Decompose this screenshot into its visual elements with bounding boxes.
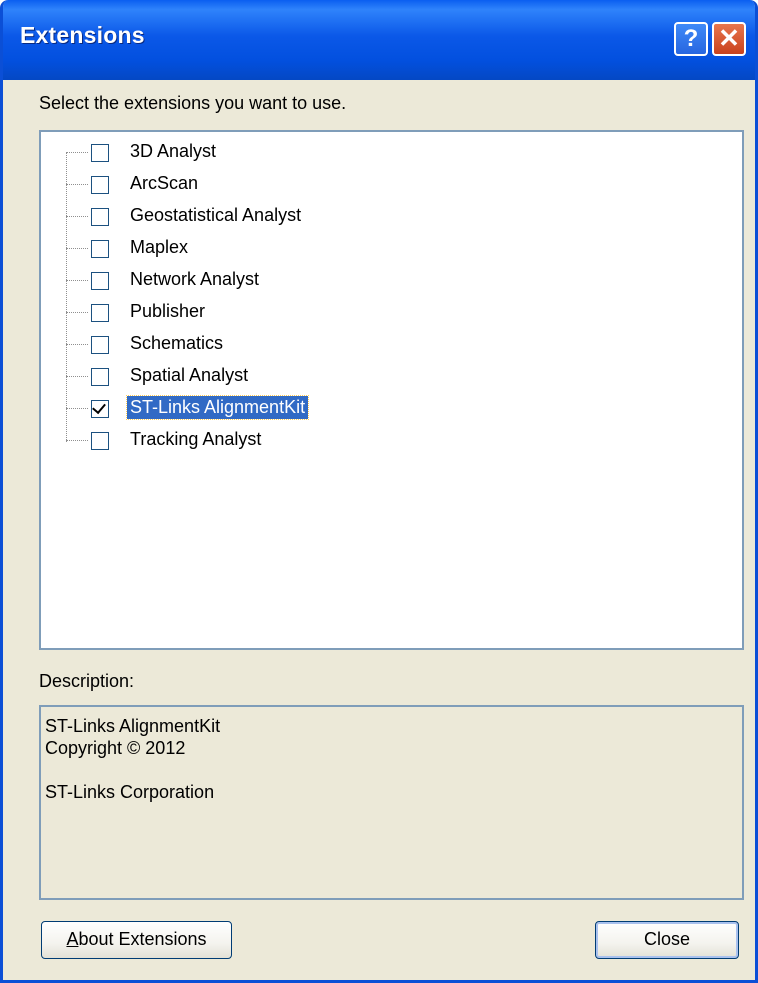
list-item[interactable]: Spatial Analyst (41, 361, 742, 391)
extension-label[interactable]: Publisher (127, 300, 208, 323)
extension-checkbox[interactable] (91, 208, 109, 226)
checkmark-icon (92, 399, 106, 415)
list-item[interactable]: Network Analyst (41, 265, 742, 295)
extension-checkbox[interactable] (91, 144, 109, 162)
extension-label[interactable]: Network Analyst (127, 268, 262, 291)
extension-checkbox[interactable] (91, 368, 109, 386)
extension-label[interactable]: Spatial Analyst (127, 364, 251, 387)
extension-checkbox-checked[interactable] (91, 399, 109, 418)
list-item[interactable]: ArcScan (41, 169, 742, 199)
extensions-dialog: Extensions ? ✕ Select the extensions you… (0, 0, 758, 983)
description-line: ST-Links AlignmentKit (45, 716, 221, 736)
extension-label[interactable]: Tracking Analyst (127, 428, 264, 451)
tree-branch (66, 312, 88, 313)
extension-checkbox[interactable] (91, 336, 109, 354)
tree-branch (66, 152, 88, 153)
description-box: ST-Links AlignmentKit Copyright © 2012 S… (39, 705, 744, 900)
about-extensions-button[interactable]: About Extensions (41, 921, 232, 959)
tree-branch (66, 280, 88, 281)
list-item-selected[interactable]: ST-Links AlignmentKit (41, 393, 742, 423)
description-label: Description: (39, 671, 135, 691)
description-line: Copyright © 2012 (45, 738, 186, 758)
tree-branch (66, 184, 88, 185)
close-button[interactable]: Close (595, 921, 739, 959)
close-icon[interactable]: ✕ (712, 22, 746, 56)
extension-checkbox[interactable] (91, 272, 109, 290)
extension-label[interactable]: Maplex (127, 236, 191, 259)
instruction-text: Select the extensions you want to use. (39, 93, 347, 113)
extension-label[interactable]: Geostatistical Analyst (127, 204, 304, 227)
window-title: Extensions (20, 22, 145, 48)
extension-label[interactable]: 3D Analyst (127, 140, 219, 163)
list-item[interactable]: 3D Analyst (41, 137, 742, 167)
extension-checkbox[interactable] (91, 176, 109, 194)
tree-branch (66, 376, 88, 377)
description-line (45, 759, 738, 781)
extension-label[interactable]: ArcScan (127, 172, 201, 195)
help-icon[interactable]: ? (674, 22, 708, 56)
extension-label[interactable]: Schematics (127, 332, 226, 355)
extension-label[interactable]: ST-Links AlignmentKit (125, 395, 310, 420)
tree-branch (66, 408, 88, 409)
extension-checkbox[interactable] (91, 304, 109, 322)
about-extensions-label: bout Extensions (78, 929, 207, 949)
extension-checkbox[interactable] (91, 240, 109, 258)
extension-checkbox[interactable] (91, 432, 109, 450)
tree-branch (66, 440, 88, 441)
list-item[interactable]: Geostatistical Analyst (41, 201, 742, 231)
tree-branch (66, 216, 88, 217)
tree-branch (66, 248, 88, 249)
description-line: ST-Links Corporation (45, 782, 215, 802)
title-bar[interactable]: Extensions ? ✕ (3, 0, 755, 80)
list-item[interactable]: Maplex (41, 233, 742, 263)
list-item[interactable]: Publisher (41, 297, 742, 327)
list-item[interactable]: Tracking Analyst (41, 425, 742, 455)
about-accelerator: A (66, 929, 79, 949)
list-item[interactable]: Schematics (41, 329, 742, 359)
extensions-list[interactable]: 3D Analyst ArcScan Geostatistical Analys… (39, 130, 744, 650)
tree-branch (66, 344, 88, 345)
